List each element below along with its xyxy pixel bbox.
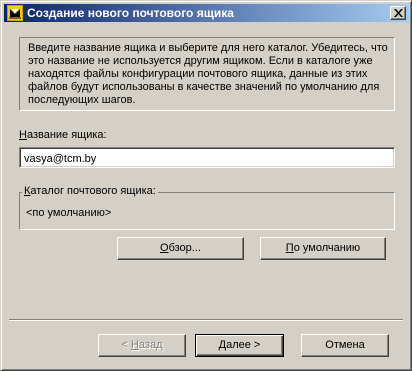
catalog-group: Каталог почтового ящика: <по умолчанию> <box>19 185 395 230</box>
catalog-label-text: аталог почтового ящика: <box>30 185 156 197</box>
mailbox-name-label: Название ящика: <box>19 129 107 141</box>
cancel-button[interactable]: Отмена <box>301 334 389 357</box>
close-button[interactable] <box>390 6 406 20</box>
mailbox-name-label-accelerator: Н <box>19 129 27 141</box>
close-icon <box>394 9 403 17</box>
next-button-label: алее > <box>226 339 261 351</box>
catalog-path-value: <по умолчанию> <box>26 207 112 219</box>
description-panel: Введите название ящика и выберите для не… <box>19 37 395 111</box>
back-button[interactable]: < Назад <box>98 334 186 357</box>
mailbox-name-label-text: азвание ящика: <box>26 129 107 141</box>
title-bar[interactable]: Создание нового почтового ящика <box>4 4 409 22</box>
browse-button-accelerator: О <box>160 242 169 254</box>
wizard-window: Создание нового почтового ящика Введите … <box>0 0 412 371</box>
mailbox-name-input[interactable] <box>19 147 395 168</box>
description-text: Введите название ящика и выберите для не… <box>28 42 388 106</box>
browse-button-label: бзор... <box>168 242 201 254</box>
window-title: Создание нового почтового ящика <box>27 6 234 20</box>
back-button-prefix: < <box>121 339 131 351</box>
catalog-label: Каталог почтового ящика: <box>22 185 158 197</box>
footer-separator <box>9 319 403 321</box>
browse-button[interactable]: Обзор... <box>117 237 244 260</box>
use-default-button-accelerator: П <box>285 242 294 254</box>
use-default-button[interactable]: По умолчанию <box>260 237 386 260</box>
back-button-label: азад <box>138 339 163 351</box>
next-button[interactable]: Далее > <box>195 334 284 357</box>
mailbox-wizard-icon <box>7 5 23 21</box>
back-button-accelerator: Н <box>130 339 139 351</box>
use-default-button-label: о умолчанию <box>293 242 361 254</box>
next-button-accelerator: Д <box>218 339 227 351</box>
